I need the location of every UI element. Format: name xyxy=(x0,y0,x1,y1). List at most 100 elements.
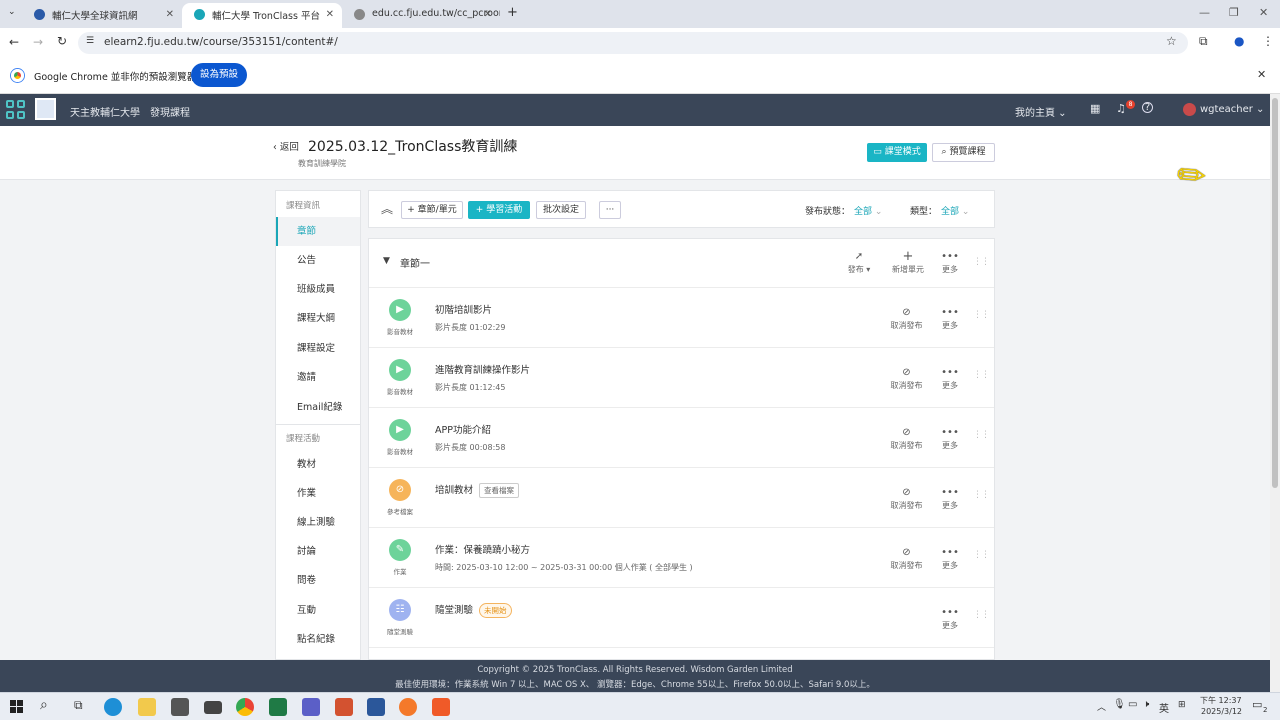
chrome-icon[interactable] xyxy=(236,698,254,716)
sidebar-item-chapters[interactable]: 章節 xyxy=(276,217,360,246)
activity-title[interactable]: 進階教育訓練操作影片 xyxy=(435,362,530,376)
help-icon[interactable]: ? xyxy=(1142,102,1153,113)
sidebar-item-syllabus[interactable]: 課程大綱 xyxy=(276,304,360,333)
activity-row[interactable]: ⊘ 參考檔案 培訓教材 查看檔案 ⊘ 取消發布 ••• 更多 ⋮⋮ xyxy=(369,468,994,528)
unpublish-button[interactable]: ⊘ 取消發布 xyxy=(884,546,929,571)
close-icon[interactable]: ✕ xyxy=(326,9,334,20)
tab-tronclass[interactable]: 輔仁大學 TronClass 平台 ✕ xyxy=(182,3,342,28)
infobar-close-icon[interactable]: ✕ xyxy=(1257,68,1266,81)
task-view-icon[interactable]: ⧉ xyxy=(74,698,83,713)
unpublish-button[interactable]: ⊘ 取消發布 xyxy=(884,426,929,451)
sidebar-item-members[interactable]: 班級成員 xyxy=(276,275,360,304)
user-menu[interactable]: wgteacher ⌄ xyxy=(1200,104,1264,115)
drag-handle-icon[interactable]: ⋮⋮ xyxy=(973,610,990,620)
type-filter-select[interactable]: 全部 ⌄ xyxy=(941,204,969,217)
add-chapter-button[interactable]: + 章節/單元 xyxy=(401,201,463,219)
window-close-icon[interactable]: ✕ xyxy=(1259,6,1268,19)
activity-title[interactable]: 初階培訓影片 xyxy=(435,302,492,316)
clock-time[interactable]: 下午 12:37 xyxy=(1200,695,1242,706)
drag-handle-icon[interactable]: ⋮⋮ xyxy=(973,370,990,380)
new-tab-icon[interactable]: + xyxy=(507,5,518,20)
view-file-link[interactable]: 查看檔案 xyxy=(479,483,520,498)
chapter-publish-button[interactable]: ➚ 發布 ▾ xyxy=(841,250,877,275)
sidebar-item-survey[interactable]: 問卷 xyxy=(276,566,360,595)
unpublish-button[interactable]: ⊘ 取消發布 xyxy=(884,366,929,391)
activity-row[interactable]: ▶ 影音教材 初階培訓影片 影片長度 01:02:29 ⊘ 取消發布 ••• 更多 ⋮⋮ xyxy=(369,288,994,348)
unpublish-button[interactable]: ⊘ 取消發布 xyxy=(884,306,929,331)
drag-handle-icon[interactable]: ⋮⋮ xyxy=(973,550,990,560)
toolbar-more-button[interactable]: ··· xyxy=(599,201,621,219)
drag-handle-icon[interactable]: ⋮⋮ xyxy=(973,310,990,320)
activity-row[interactable]: ▶ 影音教材 進階教育訓練操作影片 影片長度 01:12:45 ⊘ 取消發布 ••• 更多 ⋮⋮ xyxy=(369,348,994,408)
microphone-icon[interactable]: 🎙︎ xyxy=(1113,699,1126,710)
apps-grid-icon[interactable] xyxy=(6,100,25,119)
bell-icon[interactable]: ♫ xyxy=(1116,102,1126,115)
activity-more-button[interactable]: ••• 更多 xyxy=(937,486,963,511)
drag-handle-icon[interactable]: ⋮⋮ xyxy=(973,257,990,267)
sidebar-item-announcements[interactable]: 公告 xyxy=(276,246,360,275)
activity-title[interactable]: 培訓教材 查看檔案 xyxy=(435,482,520,498)
tab-pcroom[interactable]: edu.cc.fju.edu.tw/cc_pcroom/ ✕ xyxy=(342,3,500,28)
set-default-button[interactable]: 設為預設 xyxy=(191,63,247,87)
input-mode-icon[interactable]: ⊞ xyxy=(1178,700,1186,710)
profile-icon[interactable]: ● xyxy=(1234,34,1244,48)
sidebar-item-attendance[interactable]: 點名紀錄 xyxy=(276,625,360,654)
sidebar-item-settings[interactable]: 課程設定 xyxy=(276,334,360,363)
tray-chevron-icon[interactable]: ︿ xyxy=(1097,700,1106,713)
notification-center-icon[interactable]: ▭ xyxy=(1252,698,1262,711)
unpublish-button[interactable]: ⊘ 取消發布 xyxy=(884,486,929,511)
activity-row[interactable]: ☷ 隨堂測驗 隨堂測驗 未開始 ••• 更多 ⋮⋮ xyxy=(369,588,994,648)
nav-university[interactable]: 天主教輔仁大學 xyxy=(70,104,140,119)
activity-title[interactable]: 隨堂測驗 未開始 xyxy=(435,602,512,618)
url-field[interactable]: ☰ elearn2.fju.edu.tw/course/353151/conte… xyxy=(78,32,1188,54)
nav-discover-courses[interactable]: 發現課程 xyxy=(150,104,190,119)
store-icon[interactable] xyxy=(171,698,189,716)
drag-handle-icon[interactable]: ⋮⋮ xyxy=(973,490,990,500)
page-scrollbar[interactable] xyxy=(1270,94,1280,692)
teams-icon[interactable] xyxy=(302,698,320,716)
extensions-icon[interactable]: ⧉ xyxy=(1199,34,1208,49)
input-language[interactable]: 英 xyxy=(1159,700,1169,715)
restore-icon[interactable]: ❐ xyxy=(1229,6,1239,19)
close-icon[interactable]: ✕ xyxy=(484,9,492,20)
activity-title[interactable]: APP功能介紹 xyxy=(435,422,491,436)
activity-more-button[interactable]: ••• 更多 xyxy=(937,606,963,631)
activity-more-button[interactable]: ••• 更多 xyxy=(937,306,963,331)
bookmark-star-icon[interactable]: ☆ xyxy=(1166,34,1177,48)
sidebar-item-homework[interactable]: 作業 xyxy=(276,479,360,508)
add-unit-button[interactable]: + 新增單元 xyxy=(885,250,931,275)
activity-more-button[interactable]: ••• 更多 xyxy=(937,366,963,391)
back-link[interactable]: ‹ 返回 xyxy=(273,139,299,153)
brave-icon[interactable] xyxy=(432,698,450,716)
site-info-icon[interactable]: ☰ xyxy=(86,36,94,46)
forward-icon[interactable]: → xyxy=(33,35,43,49)
batch-settings-button[interactable]: 批次設定 xyxy=(536,201,586,219)
clock-date[interactable]: 2025/3/12 xyxy=(1201,707,1242,716)
chapter-title[interactable]: 章節一 xyxy=(400,255,430,270)
sidebar-item-email[interactable]: Email紀錄 xyxy=(276,393,360,422)
powerpoint-icon[interactable] xyxy=(335,698,353,716)
avatar[interactable] xyxy=(1183,103,1196,116)
calendar-icon[interactable]: ▦ xyxy=(1090,102,1100,115)
sidebar-item-invite[interactable]: 邀請 xyxy=(276,363,360,392)
search-icon[interactable]: ⌕ xyxy=(40,697,48,713)
excel-icon[interactable] xyxy=(269,698,287,716)
caret-down-icon[interactable]: ▼ xyxy=(383,256,390,266)
tab-fju[interactable]: 輔仁大學全球資訊網 ✕ xyxy=(22,3,182,28)
activity-row[interactable]: ▶ 影音教材 APP功能介紹 影片長度 00:08:58 ⊘ 取消發布 ••• 更多 ⋮⋮ xyxy=(369,408,994,468)
volume-icon[interactable]: 🕨︎ xyxy=(1143,699,1149,710)
sidebar-item-discussion[interactable]: 討論 xyxy=(276,537,360,566)
edge-icon[interactable] xyxy=(104,698,122,716)
firefox-icon[interactable] xyxy=(399,698,417,716)
preview-course-button[interactable]: ⌕ 預覽課程 xyxy=(932,143,995,162)
sidebar-item-interaction[interactable]: 互動 xyxy=(276,596,360,625)
back-icon[interactable]: ← xyxy=(9,35,19,49)
tab-search-icon[interactable]: ⌄ xyxy=(8,7,16,17)
mail-icon[interactable] xyxy=(204,701,222,714)
university-logo-icon[interactable] xyxy=(35,98,56,120)
file-explorer-icon[interactable] xyxy=(138,698,156,716)
activity-title[interactable]: 作業：保養蹺蹺小秘方 xyxy=(435,542,530,556)
close-icon[interactable]: ✕ xyxy=(166,9,174,20)
word-icon[interactable] xyxy=(367,698,385,716)
classroom-mode-button[interactable]: ▭ 課堂模式 xyxy=(867,143,927,162)
